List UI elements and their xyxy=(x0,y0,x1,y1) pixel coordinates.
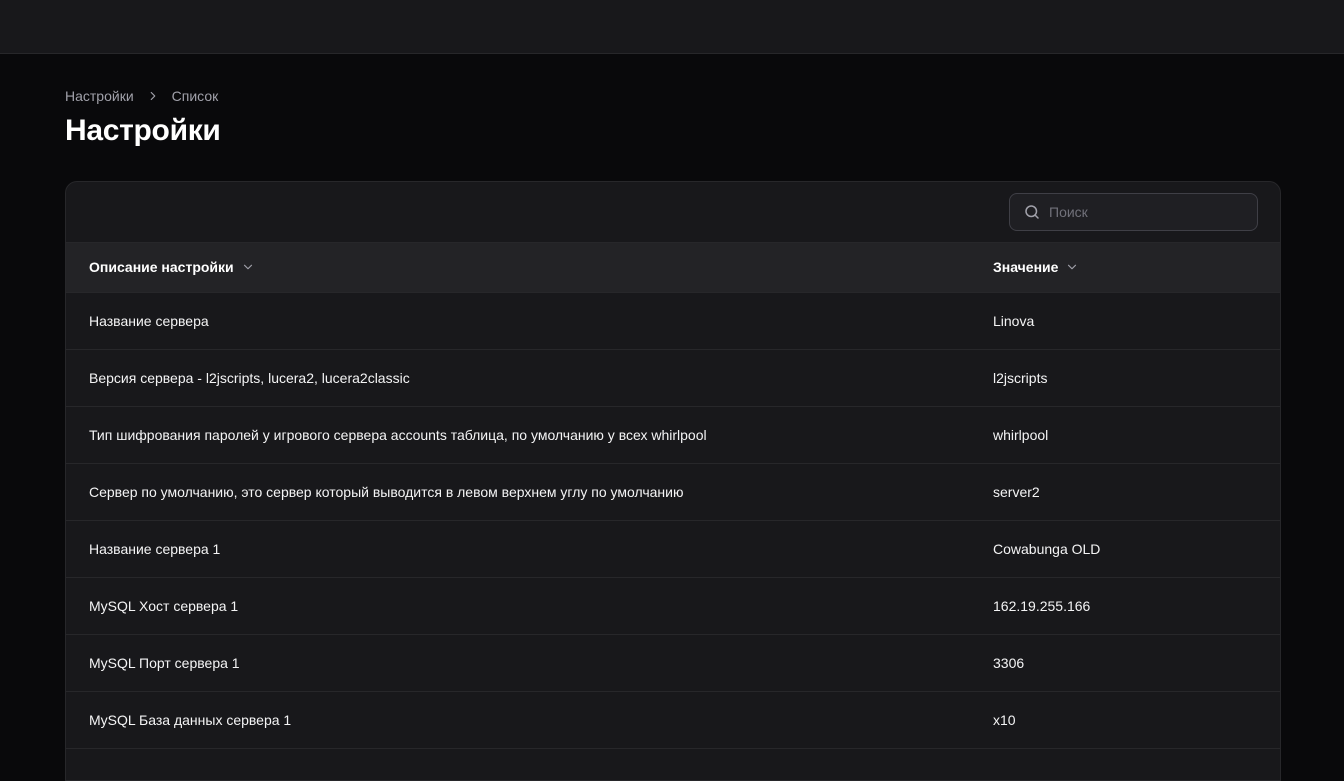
page-title: Настройки xyxy=(65,114,221,147)
breadcrumb: Настройки Список xyxy=(65,88,218,104)
setting-value: 3306 xyxy=(970,634,1280,692)
setting-value: x10 xyxy=(970,691,1280,749)
column-header-label: Значение xyxy=(993,259,1059,276)
table-row[interactable]: Версия сервера - l2jscripts, lucera2, lu… xyxy=(66,349,1280,407)
setting-description: MySQL База данных сервера 1 xyxy=(66,691,970,749)
column-header-description[interactable]: Описание настройки xyxy=(66,243,970,293)
search-icon xyxy=(1023,203,1041,221)
settings-table-card: Описание настройки Значение xyxy=(65,181,1281,781)
setting-value: Cowabunga OLD xyxy=(970,520,1280,578)
table-header-row: Описание настройки Значение xyxy=(66,243,1280,293)
setting-description: Версия сервера - l2jscripts, lucera2, lu… xyxy=(66,349,970,407)
table-row[interactable]: Название сервера Linova xyxy=(66,292,1280,350)
setting-description: MySQL Порт сервера 1 xyxy=(66,634,970,692)
chevron-down-icon xyxy=(241,260,255,274)
setting-value: 162.19.255.166 xyxy=(970,577,1280,635)
table-row[interactable]: MySQL Хост сервера 1 162.19.255.166 xyxy=(66,577,1280,635)
setting-value: Linova xyxy=(970,292,1280,350)
table-row[interactable]: MySQL Порт сервера 1 3306 xyxy=(66,634,1280,692)
column-header-label: Описание настройки xyxy=(89,259,234,276)
table-row[interactable]: Название сервера 1 Cowabunga OLD xyxy=(66,520,1280,578)
chevron-down-icon xyxy=(1065,260,1079,274)
setting-description: MySQL Хост сервера 1 xyxy=(66,577,970,635)
settings-table: Описание настройки Значение Название сер… xyxy=(66,243,1280,749)
setting-description: Сервер по умолчанию, это сервер который … xyxy=(66,463,970,521)
search-box[interactable] xyxy=(1009,193,1258,231)
setting-description: Тип шифрования паролей у игрового сервер… xyxy=(66,406,970,464)
top-navbar xyxy=(0,0,1344,54)
search-input[interactable] xyxy=(1049,204,1239,220)
table-row[interactable]: Сервер по умолчанию, это сервер который … xyxy=(66,463,1280,521)
column-header-value[interactable]: Значение xyxy=(970,243,1280,293)
breadcrumb-item-settings[interactable]: Настройки xyxy=(65,88,134,104)
table-row[interactable]: MySQL База данных сервера 1 x10 xyxy=(66,691,1280,749)
setting-value: l2jscripts xyxy=(970,349,1280,407)
table-toolbar xyxy=(66,182,1280,243)
setting-description: Название сервера 1 xyxy=(66,520,970,578)
breadcrumb-item-list: Список xyxy=(171,88,219,104)
setting-description: Название сервера xyxy=(66,292,970,350)
chevron-right-icon xyxy=(146,89,160,103)
setting-value: whirlpool xyxy=(970,406,1280,464)
table-row[interactable]: Тип шифрования паролей у игрового сервер… xyxy=(66,406,1280,464)
setting-value: server2 xyxy=(970,463,1280,521)
